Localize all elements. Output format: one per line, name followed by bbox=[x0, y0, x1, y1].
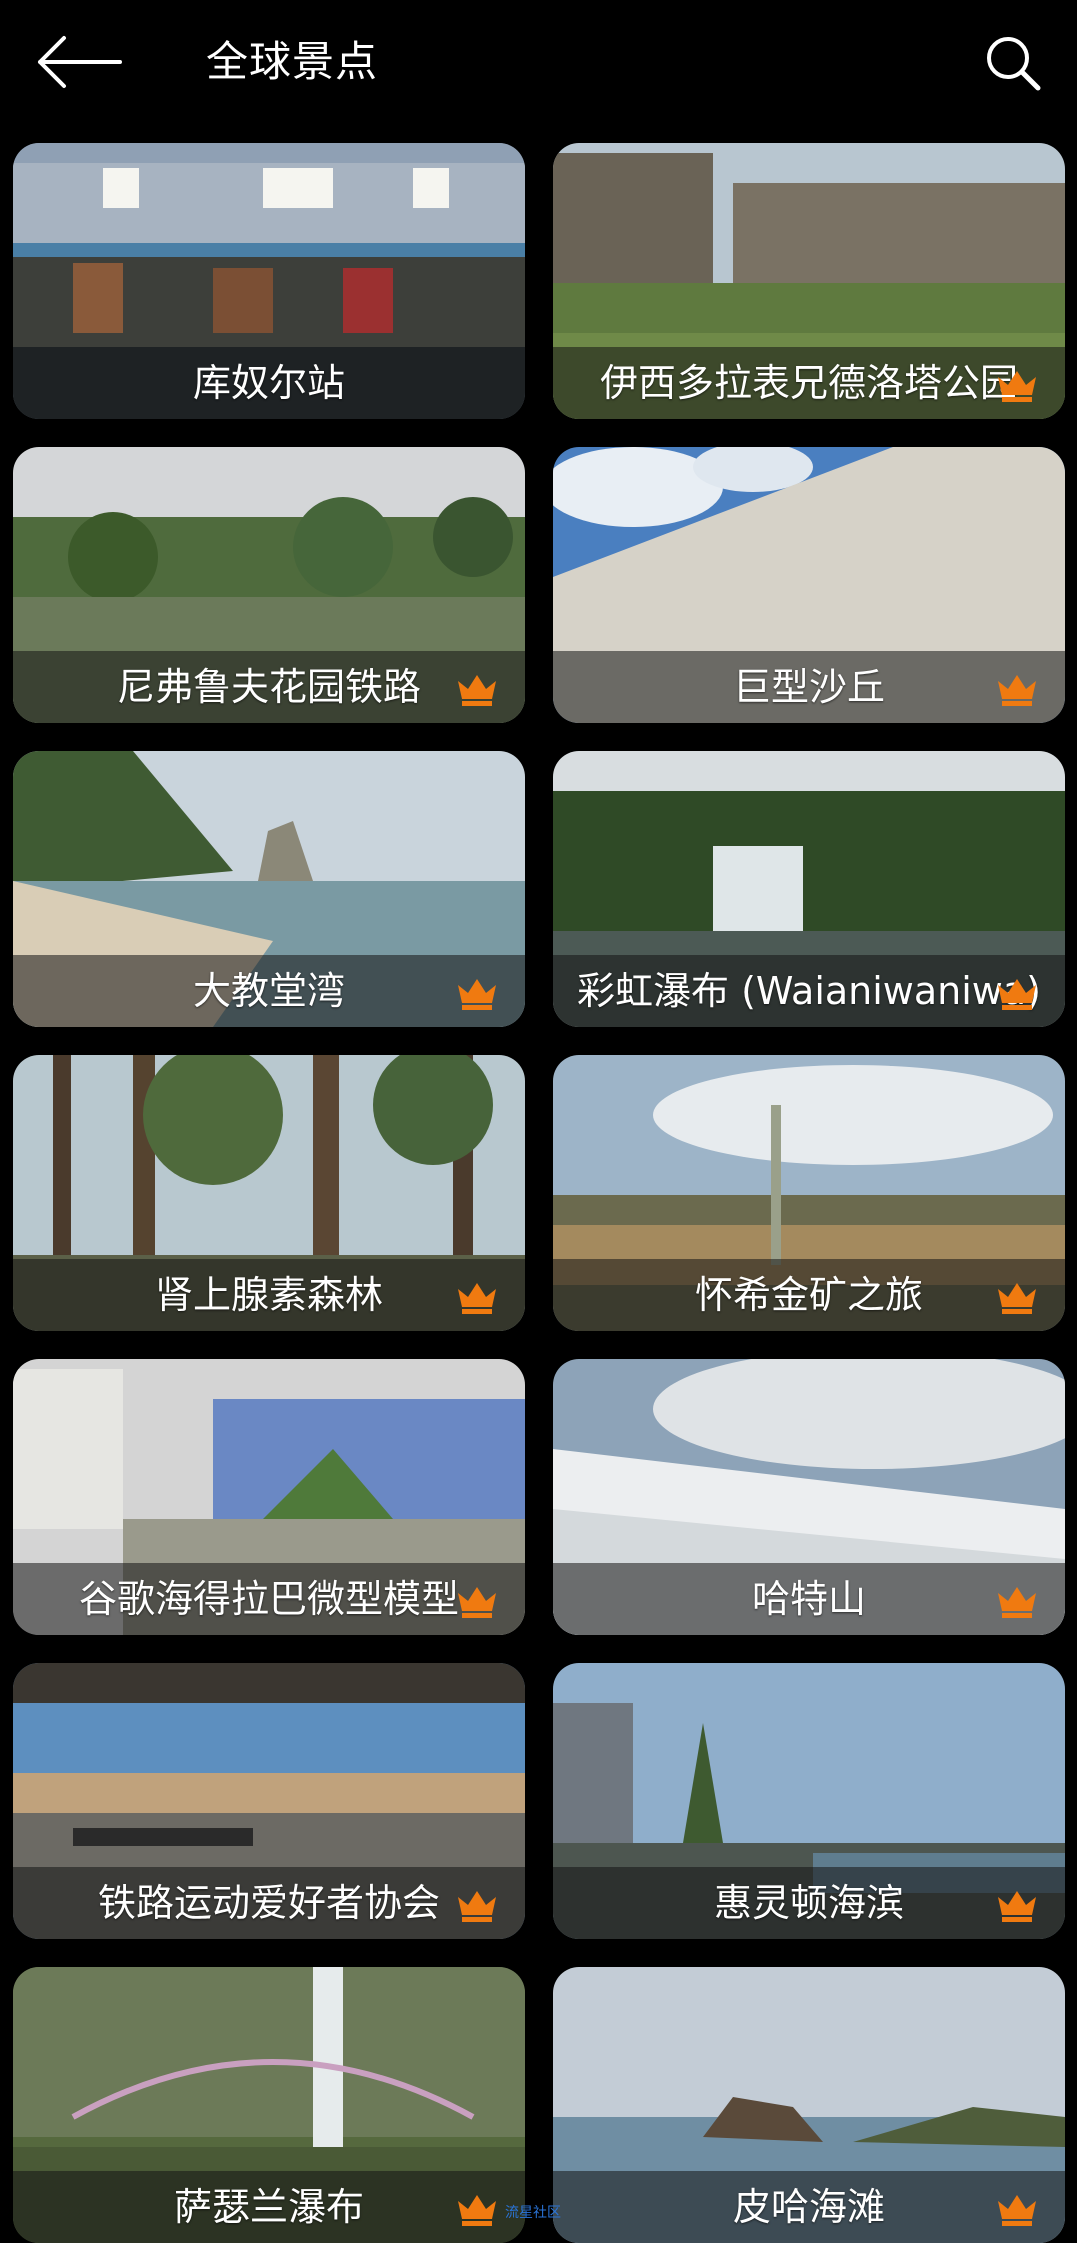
watermark: 流星社区 bbox=[505, 2205, 561, 2221]
spot-card[interactable]: 皮哈海滩 bbox=[553, 1967, 1065, 2243]
spot-name: 大教堂湾 bbox=[192, 969, 345, 1013]
app-header: 全球景点 bbox=[0, 0, 1077, 130]
spot-name: 彩虹瀑布 (Waianiwaniwa) bbox=[576, 969, 1042, 1013]
arrow-left-icon[interactable] bbox=[34, 30, 126, 94]
search-icon[interactable] bbox=[980, 30, 1044, 94]
spot-card[interactable]: 哈特山 bbox=[553, 1359, 1065, 1635]
spot-name: 怀希金矿之旅 bbox=[694, 1273, 923, 1317]
spot-card[interactable]: 巨型沙丘 bbox=[553, 447, 1065, 723]
spot-name: 萨瑟兰瀑布 bbox=[173, 2185, 364, 2229]
spot-card[interactable]: 惠灵顿海滨 bbox=[553, 1663, 1065, 1939]
crown-icon bbox=[998, 675, 1036, 706]
spot-card[interactable]: 尼弗鲁夫花园铁路 bbox=[13, 447, 525, 723]
spot-name: 谷歌海得拉巴微型模型 bbox=[78, 1577, 459, 1621]
spot-name: 巨型沙丘 bbox=[732, 665, 885, 709]
crown-icon bbox=[998, 1587, 1036, 1618]
spot-name: 皮哈海滩 bbox=[732, 2185, 885, 2229]
spot-card[interactable]: 肾上腺素森林 bbox=[13, 1055, 525, 1331]
spot-name: 铁路运动爱好者协会 bbox=[97, 1881, 440, 1925]
spot-name: 库奴尔站 bbox=[192, 361, 345, 405]
crown-icon bbox=[458, 979, 496, 1010]
crown-icon bbox=[998, 371, 1036, 402]
spot-card[interactable]: 铁路运动爱好者协会 bbox=[13, 1663, 525, 1939]
page-title: 全球景点 bbox=[206, 37, 379, 86]
spot-name: 肾上腺素森林 bbox=[154, 1273, 383, 1317]
crown-icon bbox=[458, 675, 496, 706]
crown-icon bbox=[458, 1283, 496, 1314]
spot-name: 尼弗鲁夫花园铁路 bbox=[116, 665, 421, 709]
spot-card[interactable]: 怀希金矿之旅 bbox=[553, 1055, 1065, 1331]
crown-icon bbox=[998, 1891, 1036, 1922]
spot-name: 伊西多拉表兄德洛塔公园 bbox=[599, 361, 1018, 405]
spot-card[interactable]: 库奴尔站 bbox=[13, 143, 525, 419]
spot-name: 哈特山 bbox=[751, 1577, 866, 1621]
spot-card[interactable]: 大教堂湾 bbox=[13, 751, 525, 1027]
spot-card[interactable]: 伊西多拉表兄德洛塔公园 bbox=[553, 143, 1065, 419]
spot-card[interactable]: 彩虹瀑布 (Waianiwaniwa) bbox=[553, 751, 1065, 1027]
spot-card[interactable]: 谷歌海得拉巴微型模型 bbox=[13, 1359, 525, 1635]
crown-icon bbox=[998, 1283, 1036, 1314]
crown-icon bbox=[998, 979, 1036, 1010]
crown-icon bbox=[458, 1587, 496, 1618]
spot-name: 惠灵顿海滨 bbox=[713, 1881, 904, 1925]
spot-card[interactable]: 萨瑟兰瀑布 bbox=[13, 1967, 525, 2243]
crown-icon bbox=[458, 1891, 496, 1922]
